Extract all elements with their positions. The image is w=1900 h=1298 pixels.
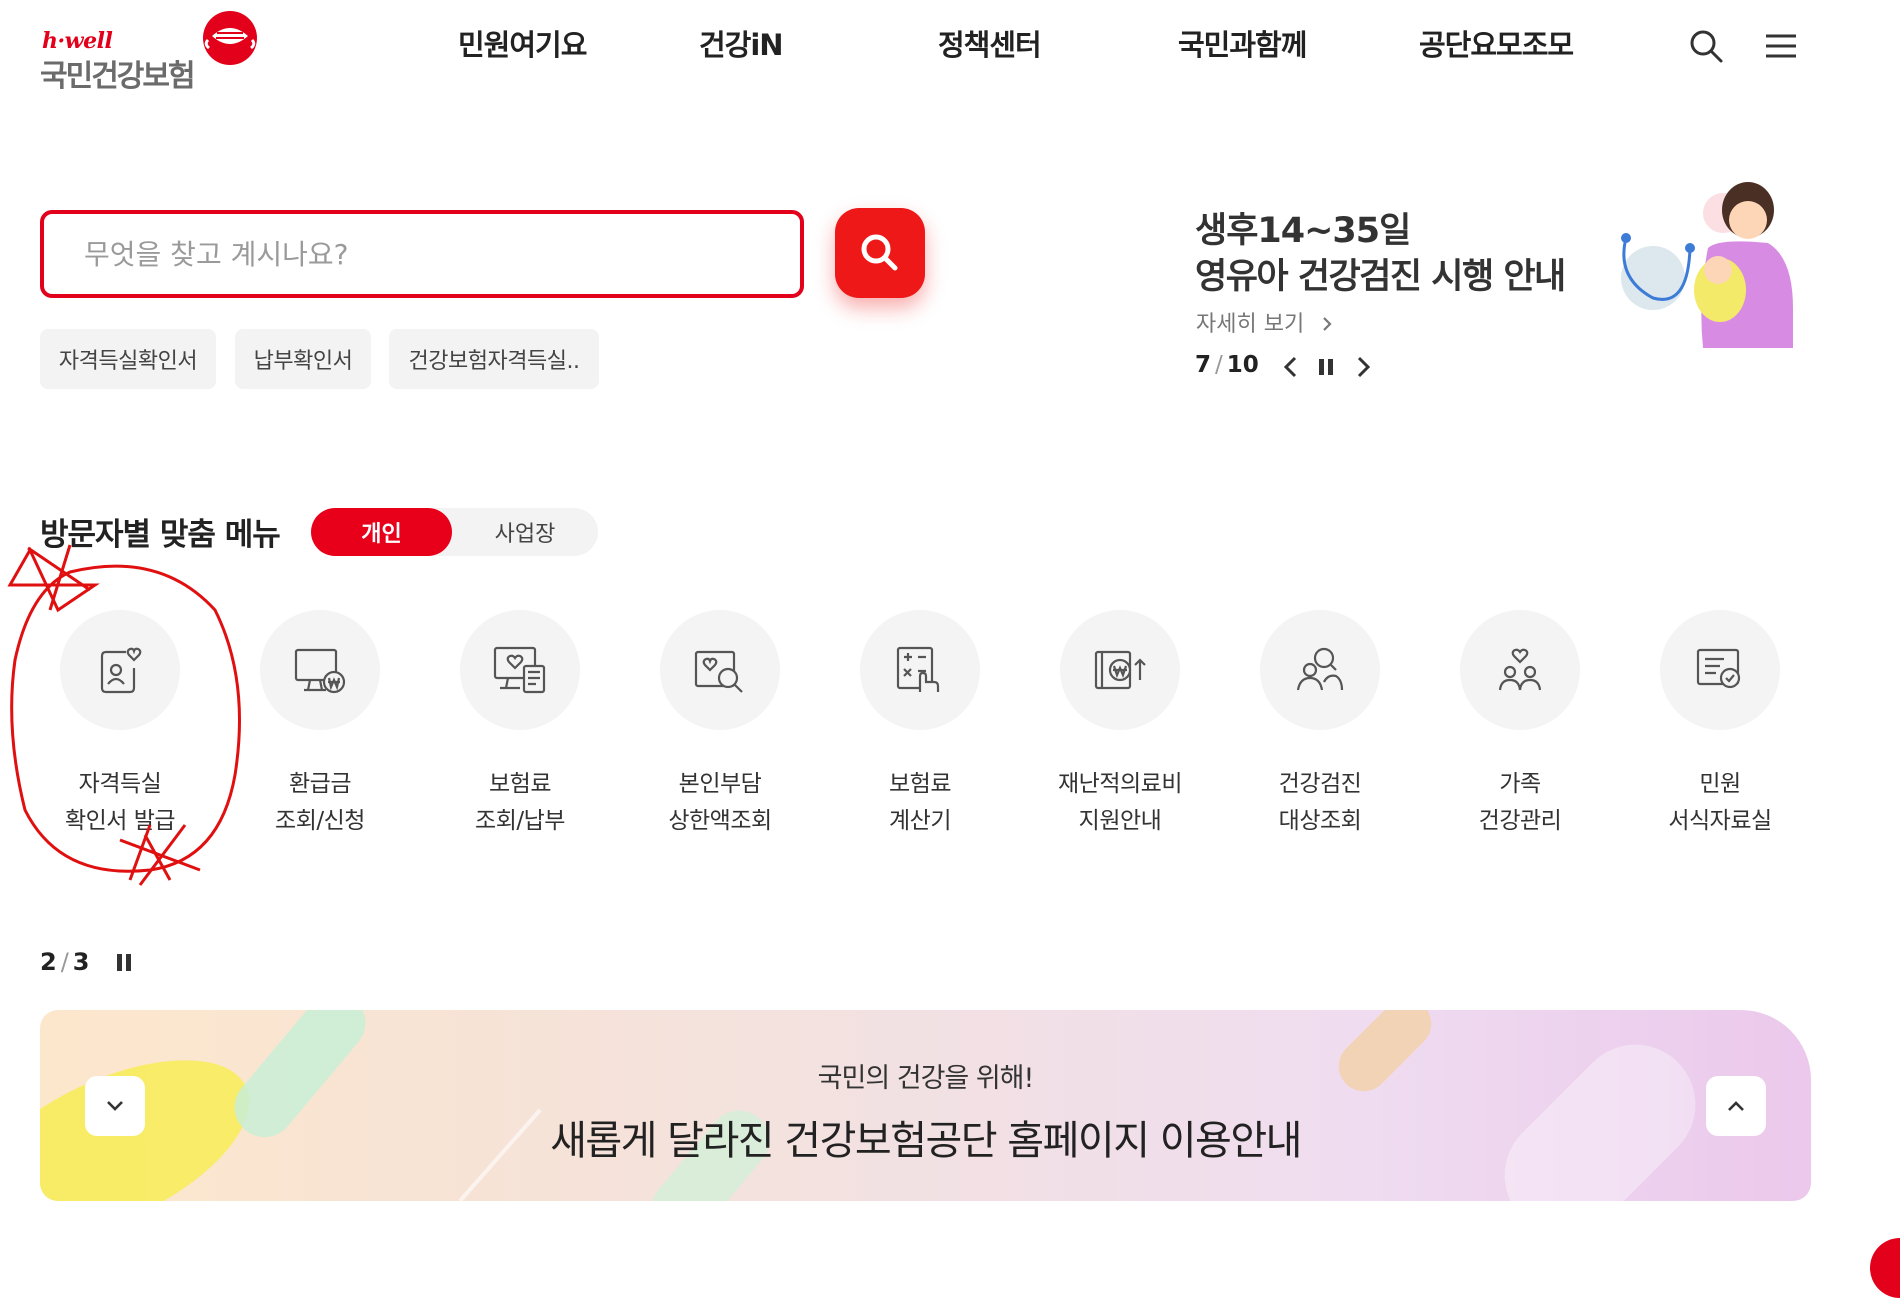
logo-mascot-icon xyxy=(203,11,257,65)
menu-label: 건강검진 대상조회 xyxy=(1278,771,1362,834)
chevron-right-icon xyxy=(1323,317,1332,331)
notice-background-shapes xyxy=(40,1010,1696,1201)
menu-qualification-certificate[interactable]: 자격득실 확인서 발급 xyxy=(20,610,220,840)
menu-icon-circle xyxy=(860,610,980,730)
menu-icon-circle xyxy=(60,610,180,730)
menu-icon-circle xyxy=(1660,610,1780,730)
monitor-heart-document-icon xyxy=(493,646,546,694)
calculator-hand-icon xyxy=(896,646,940,692)
menu-health-checkup-eligibility[interactable]: 건강검진 대상조회 xyxy=(1220,610,1420,840)
menu-page-total: 3 xyxy=(72,948,90,976)
menu-label: 환급금 조회/신청 xyxy=(275,771,365,834)
family-heart-icon xyxy=(1498,648,1542,691)
tab-individual[interactable]: 개인 xyxy=(311,508,452,556)
menu-label: 재난적의료비 지원안내 xyxy=(1058,771,1182,834)
banner-title-line1: 생후14~35일 xyxy=(1195,211,1411,251)
visitor-type-toggle: 개인 사업장 xyxy=(311,508,598,556)
monitor-won-icon xyxy=(294,648,346,694)
search-icon xyxy=(861,234,898,271)
search-icon[interactable] xyxy=(1688,28,1724,64)
menu-premium-payment[interactable]: 보험료 조회/납부 xyxy=(420,610,620,840)
menu-icon-circle xyxy=(660,610,780,730)
banner-title-line2: 영유아 건강검진 시행 안내 xyxy=(1195,257,1566,297)
chevron-up-icon xyxy=(1728,1101,1744,1111)
keyword-chip[interactable]: 자격득실확인서 xyxy=(40,329,216,389)
id-card-heart-icon xyxy=(100,647,142,694)
banner-slide-counter: 7/10 xyxy=(1195,352,1259,378)
menu-icon-circle xyxy=(260,610,380,730)
menu-pause-icon[interactable] xyxy=(112,950,138,976)
menu-catastrophic-medical-support[interactable]: 재난적의료비 지원안내 xyxy=(1020,610,1220,840)
floating-action-button[interactable] xyxy=(1870,1238,1900,1298)
menu-icon-circle xyxy=(1260,610,1380,730)
menu-label: 보험료 조회/납부 xyxy=(475,771,565,834)
search-button[interactable] xyxy=(835,208,925,298)
menu-icon-circle xyxy=(1060,610,1180,730)
document-magnifier-icon xyxy=(694,650,743,693)
notice-subtitle: 국민의 건강을 위해! xyxy=(817,1063,1035,1094)
banner-total: 10 xyxy=(1226,352,1259,378)
notice-down-button[interactable] xyxy=(85,1076,145,1136)
people-search-icon xyxy=(1296,647,1344,691)
keyword-chip[interactable]: 납부확인서 xyxy=(235,329,371,389)
menu-page-counter: 2/3 xyxy=(40,948,90,976)
notice-title: 새롭게 달라진 건강보험공단 홈페이지 이용안내 xyxy=(550,1118,1302,1164)
menu-label: 자격득실 확인서 발급 xyxy=(64,771,176,834)
mother-baby-illustration xyxy=(1621,182,1793,348)
nav-with-citizens[interactable]: 국민과함께 xyxy=(1178,22,1307,64)
chevron-down-icon xyxy=(107,1101,123,1111)
notice-banner[interactable]: 국민의 건강을 위해! 새롭게 달라진 건강보험공단 홈페이지 이용안내 xyxy=(40,1010,1811,1201)
nav-agency-info[interactable]: 공단요모조모 xyxy=(1419,22,1574,64)
menu-label: 민원 서식자료실 xyxy=(1668,771,1772,834)
banner-current: 7 xyxy=(1195,352,1212,378)
banner-more-label: 자세히 보기 xyxy=(1196,312,1305,337)
logo-korean-text: 국민건강보험 xyxy=(40,59,196,94)
menu-icon-circle xyxy=(460,610,580,730)
menu-premium-calculator[interactable]: 보험료 계산기 xyxy=(820,610,1020,840)
banner-pause-icon[interactable] xyxy=(1313,354,1339,380)
hamburger-menu-icon[interactable] xyxy=(1763,28,1799,64)
tab-business[interactable]: 사업장 xyxy=(452,508,598,556)
notice-up-button[interactable] xyxy=(1706,1076,1766,1136)
nav-policy-center[interactable]: 정책센터 xyxy=(938,22,1042,64)
banner-more-link[interactable]: 자세히 보기 xyxy=(1196,306,1335,338)
banner-prev-icon[interactable] xyxy=(1278,354,1304,380)
nav-health-in[interactable]: 건강iN xyxy=(699,22,784,64)
menu-forms-library[interactable]: 민원 서식자료실 xyxy=(1620,610,1820,840)
menu-copay-ceiling[interactable]: 본인부담 상한액조회 xyxy=(620,610,820,840)
search-box xyxy=(40,210,804,298)
menu-label: 본인부담 상한액조회 xyxy=(668,771,772,834)
document-check-icon xyxy=(1696,648,1741,689)
menu-icon-circle xyxy=(1460,610,1580,730)
menu-label: 보험료 계산기 xyxy=(889,771,951,834)
menu-family-health[interactable]: 가족 건강관리 xyxy=(1420,610,1620,840)
banner-next-icon[interactable] xyxy=(1350,354,1376,380)
search-input[interactable] xyxy=(44,214,800,294)
menu-label: 가족 건강관리 xyxy=(1478,771,1562,834)
visitor-menu-title: 방문자별 맞춤 메뉴 xyxy=(40,517,281,553)
menu-page-current: 2 xyxy=(40,948,57,976)
site-logo[interactable]: h·well 국민건강보험 xyxy=(40,8,265,94)
nav-civil-service[interactable]: 민원여기요 xyxy=(458,22,587,64)
won-up-arrow-icon xyxy=(1094,650,1146,690)
keyword-chip[interactable]: 건강보험자격득실.. xyxy=(389,329,599,389)
menu-refund-inquiry[interactable]: 환급금 조회/신청 xyxy=(220,610,420,840)
